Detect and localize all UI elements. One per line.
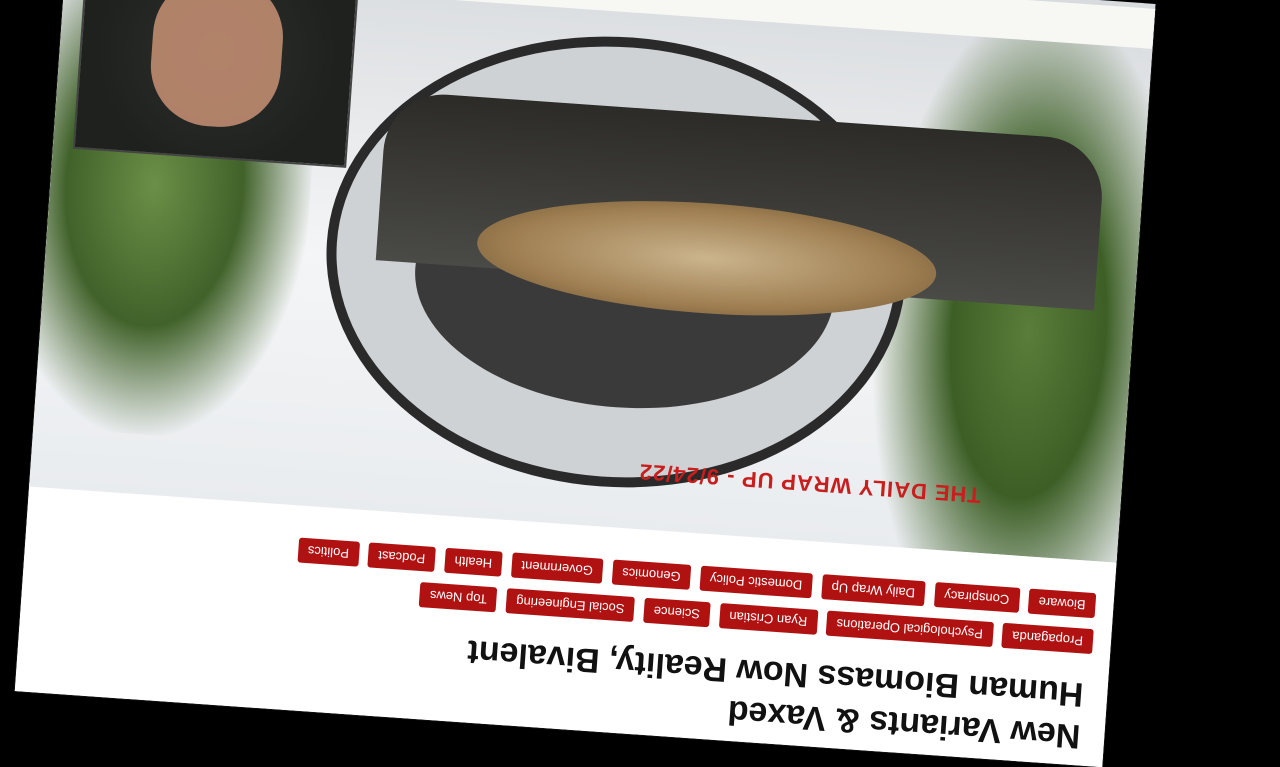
tag-conspiracy[interactable]: Conspiracy [933, 581, 1021, 613]
tag-social-engineering[interactable]: Social Engineering [505, 588, 636, 623]
tag-podcast[interactable]: Podcast [367, 542, 437, 573]
tag-bioware[interactable]: Bioware [1027, 588, 1097, 619]
tag-psychological-operations[interactable]: Psychological Operations [825, 610, 994, 648]
article-page: New Variants & Vaxed Human Biomass Now R… [14, 0, 1156, 767]
hero-image[interactable]: THE DAILY WRAP UP - 9/24/22 [29, 0, 1156, 563]
soil-in-hands-inset [72, 0, 362, 168]
tag-domestic-policy[interactable]: Domestic Policy [699, 565, 814, 599]
tag-ryan-cristian[interactable]: Ryan Cristian [718, 603, 818, 635]
tag-daily-wrap-up[interactable]: Daily Wrap Up [820, 574, 926, 607]
tag-politics[interactable]: Politics [296, 537, 360, 567]
tag-health[interactable]: Health [443, 547, 503, 577]
tag-genomics[interactable]: Genomics [611, 559, 692, 590]
tag-science[interactable]: Science [642, 597, 711, 628]
tag-top-news[interactable]: Top News [419, 582, 498, 613]
tag-government[interactable]: Government [510, 552, 604, 584]
tag-propaganda[interactable]: Propaganda [1001, 622, 1094, 655]
hands-image [146, 0, 287, 131]
